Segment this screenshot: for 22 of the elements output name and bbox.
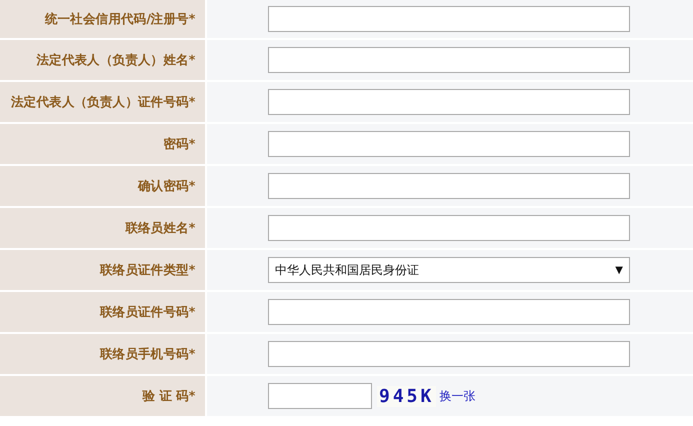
- input-field[interactable]: [268, 47, 630, 73]
- field-label: 法定代表人（负责人）证件号码*: [10, 94, 195, 110]
- field-label: 统一社会信用代码/注册号*: [44, 10, 195, 28]
- field-label: 密码*: [163, 136, 195, 152]
- input-field[interactable]: [268, 299, 630, 325]
- field-label: 联络员姓名*: [125, 220, 195, 236]
- field-label: 联络员证件号码*: [100, 304, 195, 320]
- field-label: 联络员证件类型*: [100, 262, 195, 278]
- refresh-link[interactable]: 换一张: [439, 388, 476, 404]
- captcha-image: 945K: [377, 386, 436, 406]
- field-label: 验 证 码*: [142, 388, 195, 404]
- field-label: 确认密码*: [138, 178, 195, 194]
- input-field[interactable]: [268, 215, 630, 241]
- field-label: 联络员手机号码*: [100, 346, 195, 362]
- dropdown[interactable]: 中华人民共和国居民身份证 ▼: [268, 257, 630, 283]
- input-field[interactable]: [268, 383, 372, 409]
- input-field[interactable]: [268, 173, 630, 199]
- field-label: 法定代表人（负责人）姓名*: [36, 52, 195, 68]
- input-field[interactable]: [268, 341, 630, 367]
- input-field[interactable]: [268, 89, 630, 115]
- input-field[interactable]: [268, 131, 630, 157]
- input-field[interactable]: [268, 6, 630, 32]
